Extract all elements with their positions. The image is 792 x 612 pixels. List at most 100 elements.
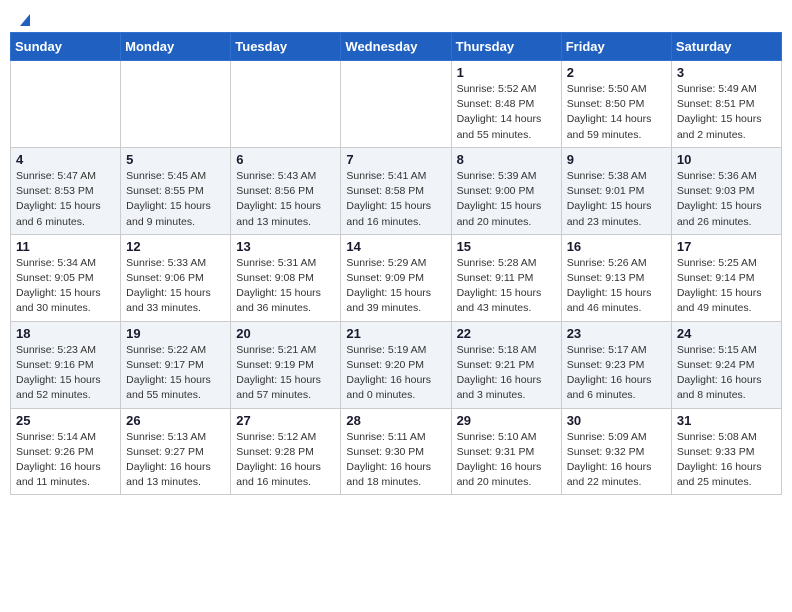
- day-number: 28: [346, 413, 445, 428]
- calendar-cell: 3 Sunrise: 5:49 AM Sunset: 8:51 PM Daylig…: [671, 61, 781, 148]
- day-number: 7: [346, 152, 445, 167]
- calendar-cell: 12 Sunrise: 5:33 AM Sunset: 9:06 PM Dayli…: [121, 234, 231, 321]
- day-number: 14: [346, 239, 445, 254]
- calendar-cell: 31 Sunrise: 5:08 AM Sunset: 9:33 PM Dayli…: [671, 408, 781, 495]
- week-row: 11 Sunrise: 5:34 AM Sunset: 9:05 PM Dayli…: [11, 234, 782, 321]
- day-number: 31: [677, 413, 776, 428]
- cell-info: Sunrise: 5:11 AM Sunset: 9:30 PM Dayligh…: [346, 430, 445, 491]
- calendar-cell: 14 Sunrise: 5:29 AM Sunset: 9:09 PM Dayli…: [341, 234, 451, 321]
- day-number: 1: [457, 65, 556, 80]
- cell-info: Sunrise: 5:15 AM Sunset: 9:24 PM Dayligh…: [677, 343, 776, 404]
- day-number: 25: [16, 413, 115, 428]
- calendar-cell: 21 Sunrise: 5:19 AM Sunset: 9:20 PM Dayli…: [341, 321, 451, 408]
- logo: [14, 10, 34, 24]
- calendar-cell: 27 Sunrise: 5:12 AM Sunset: 9:28 PM Dayli…: [231, 408, 341, 495]
- cell-info: Sunrise: 5:17 AM Sunset: 9:23 PM Dayligh…: [567, 343, 666, 404]
- cell-info: Sunrise: 5:09 AM Sunset: 9:32 PM Dayligh…: [567, 430, 666, 491]
- week-row: 25 Sunrise: 5:14 AM Sunset: 9:26 PM Dayli…: [11, 408, 782, 495]
- cell-info: Sunrise: 5:10 AM Sunset: 9:31 PM Dayligh…: [457, 430, 556, 491]
- day-number: 4: [16, 152, 115, 167]
- day-number: 8: [457, 152, 556, 167]
- cell-info: Sunrise: 5:29 AM Sunset: 9:09 PM Dayligh…: [346, 256, 445, 317]
- weekday-header-row: SundayMondayTuesdayWednesdayThursdayFrid…: [11, 33, 782, 61]
- cell-info: Sunrise: 5:36 AM Sunset: 9:03 PM Dayligh…: [677, 169, 776, 230]
- calendar-cell: 15 Sunrise: 5:28 AM Sunset: 9:11 PM Dayli…: [451, 234, 561, 321]
- calendar-cell: [341, 61, 451, 148]
- calendar-cell: 26 Sunrise: 5:13 AM Sunset: 9:27 PM Dayli…: [121, 408, 231, 495]
- cell-info: Sunrise: 5:49 AM Sunset: 8:51 PM Dayligh…: [677, 82, 776, 143]
- calendar-cell: 7 Sunrise: 5:41 AM Sunset: 8:58 PM Daylig…: [341, 147, 451, 234]
- day-number: 26: [126, 413, 225, 428]
- cell-info: Sunrise: 5:45 AM Sunset: 8:55 PM Dayligh…: [126, 169, 225, 230]
- cell-info: Sunrise: 5:23 AM Sunset: 9:16 PM Dayligh…: [16, 343, 115, 404]
- cell-info: Sunrise: 5:50 AM Sunset: 8:50 PM Dayligh…: [567, 82, 666, 143]
- cell-info: Sunrise: 5:47 AM Sunset: 8:53 PM Dayligh…: [16, 169, 115, 230]
- day-number: 22: [457, 326, 556, 341]
- cell-info: Sunrise: 5:21 AM Sunset: 9:19 PM Dayligh…: [236, 343, 335, 404]
- weekday-header-saturday: Saturday: [671, 33, 781, 61]
- page-header: [10, 10, 782, 24]
- day-number: 23: [567, 326, 666, 341]
- calendar-cell: [121, 61, 231, 148]
- week-row: 1 Sunrise: 5:52 AM Sunset: 8:48 PM Daylig…: [11, 61, 782, 148]
- cell-info: Sunrise: 5:14 AM Sunset: 9:26 PM Dayligh…: [16, 430, 115, 491]
- weekday-header-tuesday: Tuesday: [231, 33, 341, 61]
- calendar-cell: 13Sunrise: 5:31 AM Sunset: 9:08 PM Dayli…: [231, 234, 341, 321]
- cell-info: Sunrise: 5:26 AM Sunset: 9:13 PM Dayligh…: [567, 256, 666, 317]
- calendar-cell: 23 Sunrise: 5:17 AM Sunset: 9:23 PM Dayli…: [561, 321, 671, 408]
- weekday-header-thursday: Thursday: [451, 33, 561, 61]
- calendar-cell: 11 Sunrise: 5:34 AM Sunset: 9:05 PM Dayli…: [11, 234, 121, 321]
- cell-info: Sunrise: 5:22 AM Sunset: 9:17 PM Dayligh…: [126, 343, 225, 404]
- cell-info: Sunrise: 5:13 AM Sunset: 9:27 PM Dayligh…: [126, 430, 225, 491]
- day-number: 18: [16, 326, 115, 341]
- logo-icon: [16, 10, 34, 28]
- cell-info: Sunrise: 5:43 AM Sunset: 8:56 PM Dayligh…: [236, 169, 335, 230]
- cell-info: Sunrise: 5:31 AM Sunset: 9:08 PM Dayligh…: [236, 256, 335, 317]
- cell-info: Sunrise: 5:08 AM Sunset: 9:33 PM Dayligh…: [677, 430, 776, 491]
- calendar-cell: 28 Sunrise: 5:11 AM Sunset: 9:30 PM Dayli…: [341, 408, 451, 495]
- cell-info: Sunrise: 5:34 AM Sunset: 9:05 PM Dayligh…: [16, 256, 115, 317]
- calendar-cell: 18 Sunrise: 5:23 AM Sunset: 9:16 PM Dayli…: [11, 321, 121, 408]
- calendar-cell: 29Sunrise: 5:10 AM Sunset: 9:31 PM Dayli…: [451, 408, 561, 495]
- week-row: 18 Sunrise: 5:23 AM Sunset: 9:16 PM Dayli…: [11, 321, 782, 408]
- cell-info: Sunrise: 5:38 AM Sunset: 9:01 PM Dayligh…: [567, 169, 666, 230]
- day-number: 15: [457, 239, 556, 254]
- day-number: 2: [567, 65, 666, 80]
- cell-info: Sunrise: 5:33 AM Sunset: 9:06 PM Dayligh…: [126, 256, 225, 317]
- day-number: 11: [16, 239, 115, 254]
- day-number: 30: [567, 413, 666, 428]
- day-number: 9: [567, 152, 666, 167]
- calendar-cell: 9 Sunrise: 5:38 AM Sunset: 9:01 PM Daylig…: [561, 147, 671, 234]
- calendar-cell: 22Sunrise: 5:18 AM Sunset: 9:21 PM Dayli…: [451, 321, 561, 408]
- calendar-cell: 10 Sunrise: 5:36 AM Sunset: 9:03 PM Dayli…: [671, 147, 781, 234]
- calendar-cell: 8 Sunrise: 5:39 AM Sunset: 9:00 PM Daylig…: [451, 147, 561, 234]
- calendar-cell: 25 Sunrise: 5:14 AM Sunset: 9:26 PM Dayli…: [11, 408, 121, 495]
- cell-info: Sunrise: 5:41 AM Sunset: 8:58 PM Dayligh…: [346, 169, 445, 230]
- calendar-cell: 4 Sunrise: 5:47 AM Sunset: 8:53 PM Daylig…: [11, 147, 121, 234]
- day-number: 27: [236, 413, 335, 428]
- day-number: 10: [677, 152, 776, 167]
- calendar-cell: 20 Sunrise: 5:21 AM Sunset: 9:19 PM Dayli…: [231, 321, 341, 408]
- cell-info: Sunrise: 5:12 AM Sunset: 9:28 PM Dayligh…: [236, 430, 335, 491]
- day-number: 20: [236, 326, 335, 341]
- calendar-cell: 2 Sunrise: 5:50 AM Sunset: 8:50 PM Daylig…: [561, 61, 671, 148]
- day-number: 3: [677, 65, 776, 80]
- day-number: 21: [346, 326, 445, 341]
- day-number: 12: [126, 239, 225, 254]
- cell-info: Sunrise: 5:28 AM Sunset: 9:11 PM Dayligh…: [457, 256, 556, 317]
- cell-info: Sunrise: 5:25 AM Sunset: 9:14 PM Dayligh…: [677, 256, 776, 317]
- cell-info: Sunrise: 5:39 AM Sunset: 9:00 PM Dayligh…: [457, 169, 556, 230]
- day-number: 16: [567, 239, 666, 254]
- cell-info: Sunrise: 5:19 AM Sunset: 9:20 PM Dayligh…: [346, 343, 445, 404]
- calendar-cell: 16 Sunrise: 5:26 AM Sunset: 9:13 PM Dayli…: [561, 234, 671, 321]
- weekday-header-friday: Friday: [561, 33, 671, 61]
- day-number: 24: [677, 326, 776, 341]
- calendar-cell: 1 Sunrise: 5:52 AM Sunset: 8:48 PM Daylig…: [451, 61, 561, 148]
- weekday-header-monday: Monday: [121, 33, 231, 61]
- day-number: 19: [126, 326, 225, 341]
- calendar-cell: 19 Sunrise: 5:22 AM Sunset: 9:17 PM Dayli…: [121, 321, 231, 408]
- calendar-cell: 17Sunrise: 5:25 AM Sunset: 9:14 PM Dayli…: [671, 234, 781, 321]
- calendar-cell: [11, 61, 121, 148]
- weekday-header-wednesday: Wednesday: [341, 33, 451, 61]
- cell-info: Sunrise: 5:52 AM Sunset: 8:48 PM Dayligh…: [457, 82, 556, 143]
